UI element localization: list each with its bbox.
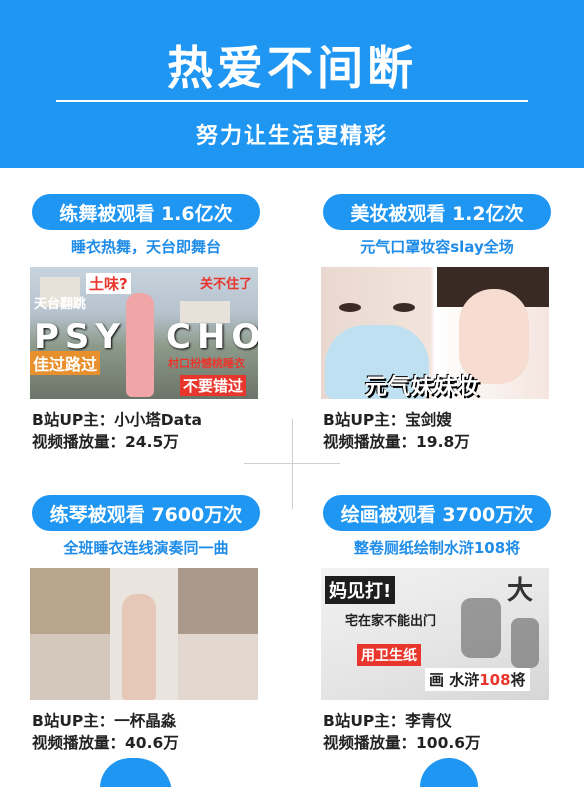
eye-shape: [339, 303, 361, 312]
bottom-decoration-left: [100, 758, 172, 787]
thumb-label: 不要错过: [180, 375, 247, 396]
card-caption: 元气口罩妆容slay全场: [360, 238, 514, 256]
play-count: 视频播放量：19.8万: [323, 433, 470, 451]
dancer-figure: [126, 293, 154, 397]
views-pill: 美妆被观看 1.2亿次: [323, 194, 551, 230]
header-divider: [56, 100, 528, 102]
card-music[interactable]: 练琴被观看 7600万次 全班睡衣连线演奏同一曲 B站UP主：一杯晶淼 视频播放…: [30, 495, 262, 754]
card-caption: 全班睡衣连线演奏同一曲: [63, 539, 229, 557]
ink-figure: [511, 618, 539, 668]
eye-shape: [393, 303, 415, 312]
thumb-big-text: 元气妹妹妆: [365, 375, 481, 399]
play-count: 视频播放量：40.6万: [32, 734, 179, 752]
thumb-label: 村口扮憾桃睡衣: [168, 357, 245, 370]
play-count: 视频播放量：24.5万: [32, 433, 179, 451]
thumb-label: 土味?: [86, 273, 131, 294]
video-thumbnail[interactable]: 元气妹妹妆: [321, 267, 549, 399]
calligraphy-glyph: 大: [507, 576, 534, 606]
thumb-label: 天台翻跳: [34, 297, 87, 312]
uploader-name: B站UP主：一杯晶淼: [32, 712, 177, 730]
thumb-label: 关不住了: [200, 277, 253, 292]
views-pill: 练琴被观看 7600万次: [32, 495, 260, 531]
bottom-decoration-right: [420, 758, 478, 787]
video-tile: [30, 568, 110, 634]
thumb-label: 宅在家不能出门: [345, 614, 437, 629]
thumb-label: 佳过路过: [30, 351, 101, 375]
card-dance[interactable]: 练舞被观看 1.6亿次 睡衣热舞，天台即舞台 土味? 关不住了 天台翻跳 PSY…: [30, 194, 262, 453]
uploader-name: B站UP主：小小塔Data: [32, 411, 202, 429]
card-caption: 睡衣热舞，天台即舞台: [70, 238, 221, 256]
uploader-name: B站UP主：宝剑嫂: [323, 411, 452, 429]
video-thumbnail[interactable]: 土味? 关不住了 天台翻跳 PSY CHO 佳过路过 村口扮憾桃睡衣 不要错过: [30, 267, 258, 399]
thumb-big-text: CHO: [166, 317, 258, 357]
page-title: 热爱不间断: [167, 41, 417, 95]
views-pill: 绘画被观看 3700万次: [323, 495, 551, 531]
violinist-figure: [122, 594, 156, 700]
video-tile: [178, 568, 258, 634]
video-thumbnail[interactable]: [30, 568, 258, 700]
video-thumbnail[interactable]: 妈见打! 宅在家不能出门 用卫生纸 画 水浒108将 大: [321, 568, 549, 700]
card-caption: 整卷厕纸绘制水浒108将: [353, 539, 521, 557]
views-pill: 练舞被观看 1.6亿次: [32, 194, 260, 230]
ink-figure: [461, 598, 501, 658]
center-divider-vertical: [292, 419, 293, 509]
thumb-label: 妈见打!: [325, 576, 396, 604]
video-tile: [178, 634, 258, 700]
video-tile: [30, 634, 110, 700]
card-makeup[interactable]: 美妆被观看 1.2亿次 元气口罩妆容slay全场 元气妹妹妆 B站UP主：宝剑嫂…: [321, 194, 553, 453]
uploader-name: B站UP主：李青仪: [323, 712, 452, 730]
page-subtitle: 努力让生活更精彩: [195, 124, 388, 149]
thumb-label: 画 水浒108将: [425, 668, 530, 691]
card-painting[interactable]: 绘画被观看 3700万次 整卷厕纸绘制水浒108将 妈见打! 宅在家不能出门 用…: [321, 495, 553, 754]
thumb-label: 用卫生纸: [357, 644, 421, 666]
play-count: 视频播放量：100.6万: [323, 734, 481, 752]
header-banner: 热爱不间断 努力让生活更精彩: [0, 0, 584, 168]
